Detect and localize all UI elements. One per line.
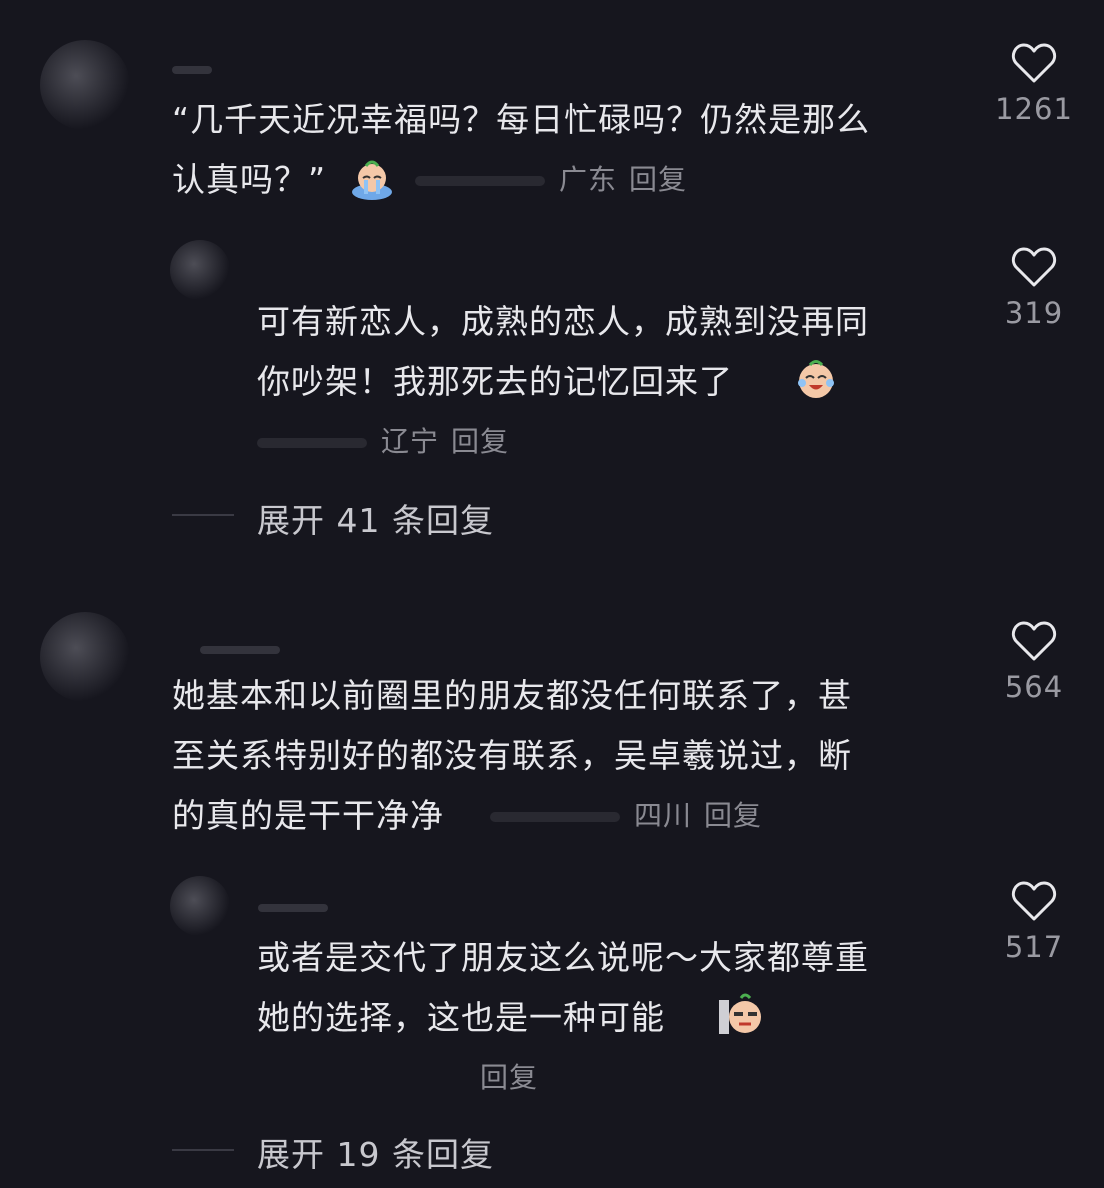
- comment-meta: 辽宁 回复: [257, 424, 509, 460]
- expand-replies-button[interactable]: 展开 41 条回复: [257, 494, 494, 542]
- region-label: 广东: [559, 163, 618, 196]
- timestamp-redacted: [490, 812, 620, 822]
- heart-icon[interactable]: [1011, 42, 1057, 84]
- side-eye-emoji-icon: [719, 993, 761, 1034]
- reply-button[interactable]: 回复: [704, 799, 762, 832]
- expand-replies-button[interactable]: 展开 19 条回复: [257, 1128, 494, 1176]
- like-count: 319: [1004, 296, 1064, 330]
- heart-icon[interactable]: [1011, 620, 1057, 662]
- username-redacted[interactable]: [200, 646, 280, 654]
- timestamp-redacted: [257, 438, 367, 448]
- comment-meta: 回复: [480, 1060, 538, 1096]
- crying-emoji-icon: [352, 160, 392, 200]
- like-count: 517: [1004, 930, 1064, 964]
- comment-meta: 广东 回复: [352, 160, 687, 200]
- expand-divider: [172, 1149, 234, 1151]
- avatar[interactable]: [170, 876, 230, 936]
- like-button[interactable]: 564: [989, 620, 1079, 704]
- laugh-cry-emoji-icon: [798, 360, 834, 398]
- like-button[interactable]: 517: [989, 880, 1079, 964]
- comment-text: 或者是交代了朋友这么说呢～大家都尊重 她的选择，这也是一种可能: [257, 938, 869, 1037]
- avatar[interactable]: [170, 240, 230, 300]
- reply-button[interactable]: 回复: [629, 163, 687, 196]
- reply-button[interactable]: 回复: [451, 425, 509, 458]
- expand-divider: [172, 514, 234, 516]
- username-redacted[interactable]: [172, 66, 212, 74]
- comment-text: 可有新恋人，成熟的恋人，成熟到没再同 你吵架！我那死去的记忆回来了: [257, 302, 869, 401]
- like-button[interactable]: 1261: [989, 42, 1079, 126]
- like-count: 564: [1004, 670, 1064, 704]
- region-label: 四川: [634, 799, 693, 832]
- comment-meta: 四川 回复: [480, 798, 762, 834]
- like-button[interactable]: 319: [989, 246, 1079, 330]
- username-redacted[interactable]: [258, 904, 328, 912]
- like-count: 1261: [995, 92, 1073, 126]
- reply-button[interactable]: 回复: [480, 1061, 538, 1094]
- avatar[interactable]: [40, 612, 130, 702]
- timestamp-redacted: [415, 176, 545, 186]
- region-label: 辽宁: [381, 425, 440, 458]
- heart-icon[interactable]: [1011, 880, 1057, 922]
- heart-icon[interactable]: [1011, 246, 1057, 288]
- avatar[interactable]: [40, 40, 130, 130]
